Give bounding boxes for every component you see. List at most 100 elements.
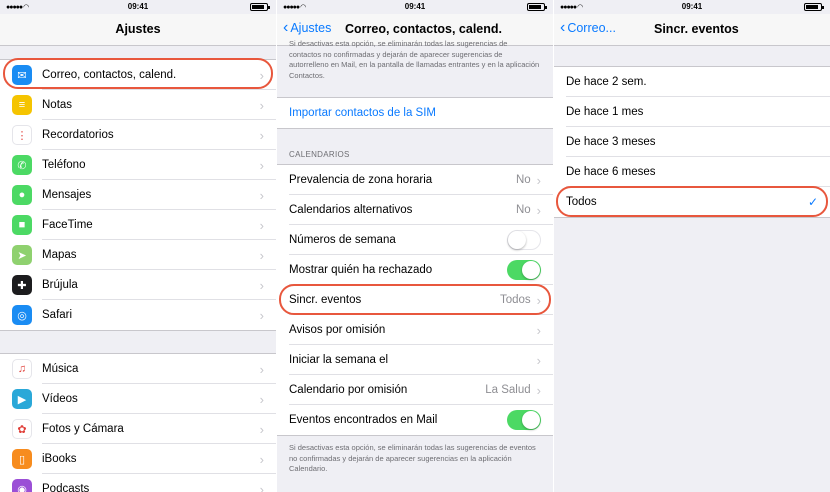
- chevron-right-icon: ›: [259, 247, 264, 263]
- import-group: Importar contactos de la SIM: [277, 97, 553, 129]
- nav-bar: Ajustes: [0, 14, 276, 46]
- sync-option-de-hace-6-meses[interactable]: De hace 6 meses: [554, 157, 830, 187]
- settings-item-label: Brújula: [42, 279, 78, 291]
- podcasts-icon: ◉: [12, 479, 32, 492]
- setting-label: Calendarios alternativos: [289, 204, 413, 216]
- setting-value: No: [515, 204, 531, 216]
- option-label: De hace 1 mes: [566, 106, 644, 118]
- setting-label: Números de semana: [289, 234, 396, 246]
- calendar-setting-eventos-encontrados-en-mail[interactable]: Eventos encontrados en Mail: [277, 405, 553, 435]
- highlight-annotation: [3, 58, 273, 89]
- notes-icon: ≡: [12, 95, 32, 115]
- toggle-knob: [522, 411, 540, 429]
- settings-item-ibooks[interactable]: ▯ iBooks ›: [0, 444, 276, 474]
- chevron-right-icon: ›: [259, 277, 264, 293]
- settings-item-label: Recordatorios: [42, 129, 114, 141]
- settings-item-mensajes[interactable]: ● Mensajes ›: [0, 180, 276, 210]
- page-title: Ajustes: [115, 22, 161, 36]
- status-bar: ●●●●● ◠ 09:41: [554, 0, 830, 14]
- battery-icon: [527, 3, 547, 11]
- settings-item-musica[interactable]: ♫ Música ›: [0, 354, 276, 384]
- import-sim-button[interactable]: Importar contactos de la SIM: [277, 98, 553, 128]
- setting-label: Eventos encontrados en Mail: [289, 414, 438, 426]
- calendar-setting-numeros-de-semana[interactable]: Números de semana: [277, 225, 553, 255]
- settings-item-notas[interactable]: ≡ Notas ›: [0, 90, 276, 120]
- setting-value: La Salud: [485, 384, 531, 396]
- settings-group-media: ♫ Música › ▶ Vídeos › ✿ Fotos y Cámara › ▯ iBooks ›…: [0, 353, 276, 492]
- safari-icon: ◎: [12, 305, 32, 325]
- facetime-icon: ■: [12, 215, 32, 235]
- chevron-right-icon: ›: [259, 307, 264, 323]
- sync-option-de-hace-1-mes[interactable]: De hace 1 mes: [554, 97, 830, 127]
- chevron-right-icon: ›: [536, 382, 541, 398]
- chevron-right-icon: ›: [536, 202, 541, 218]
- chevron-right-icon: ›: [259, 157, 264, 173]
- calendar-setting-iniciar-la-semana-el[interactable]: Iniciar la semana el ›: [277, 345, 553, 375]
- settings-group-apps: ✉ Correo, contactos, calend. › ≡ Notas › ⋮ Reco…: [0, 59, 276, 331]
- calendar-setting-prevalencia-de-zona-horaria[interactable]: Prevalencia de zona horaria No ›: [277, 165, 553, 195]
- settings-item-label: Fotos y Cámara: [42, 423, 124, 435]
- messages-icon: ●: [12, 185, 32, 205]
- chevron-right-icon: ›: [259, 217, 264, 233]
- settings-item-videos[interactable]: ▶ Vídeos ›: [0, 384, 276, 414]
- settings-item-facetime[interactable]: ■ FaceTime ›: [0, 210, 276, 240]
- chevron-right-icon: ›: [259, 361, 264, 377]
- settings-item-label: Música: [42, 363, 79, 375]
- toggle-knob: [522, 261, 540, 279]
- compass-icon: ✚: [12, 275, 32, 295]
- events-suggestions-caption: Si desactivas esta opción, se eliminarán…: [289, 443, 536, 473]
- highlight-annotation: [556, 186, 828, 217]
- chevron-right-icon: ›: [259, 127, 264, 143]
- sync-option-de-hace-3-meses[interactable]: De hace 3 meses: [554, 127, 830, 157]
- chevron-right-icon: ›: [259, 97, 264, 113]
- photos-icon: ✿: [12, 419, 32, 439]
- settings-item-label: Safari: [42, 309, 73, 321]
- toggle-switch[interactable]: [507, 410, 541, 430]
- calendar-setting-calendario-por-omision[interactable]: Calendario por omisión La Salud ›: [277, 375, 553, 405]
- back-button[interactable]: ‹ Ajustes: [283, 20, 332, 36]
- chevron-right-icon: ›: [259, 421, 264, 437]
- maps-icon: ➤: [12, 245, 32, 265]
- settings-item-mapas[interactable]: ➤ Mapas ›: [0, 240, 276, 270]
- nav-bar: ‹ Correo... Sincr. eventos: [554, 14, 830, 46]
- setting-label: Mostrar quién ha rechazado: [289, 264, 433, 276]
- toggle-switch[interactable]: [507, 260, 541, 280]
- settings-item-safari[interactable]: ◎ Safari ›: [0, 300, 276, 330]
- settings-item-podcasts[interactable]: ◉ Podcasts ›: [0, 474, 276, 492]
- toggle-switch[interactable]: [507, 230, 541, 250]
- settings-item-label: Podcasts: [42, 483, 90, 492]
- setting-label: Prevalencia de zona horaria: [289, 174, 433, 186]
- calendar-setting-mostrar-quien-ha-rechazado[interactable]: Mostrar quién ha rechazado: [277, 255, 553, 285]
- settings-item-label: Mensajes: [42, 189, 92, 201]
- sync-option-de-hace-2-sem[interactable]: De hace 2 sem.: [554, 67, 830, 97]
- status-bar: ●●●●● ◠ 09:41: [277, 0, 553, 14]
- chevron-right-icon: ›: [259, 481, 264, 492]
- status-time: 09:41: [404, 2, 426, 11]
- settings-item-brujula[interactable]: ✚ Brújula ›: [0, 270, 276, 300]
- status-time: 09:41: [127, 2, 149, 11]
- calendar-setting-avisos-por-omision[interactable]: Avisos por omisión ›: [277, 315, 553, 345]
- settings-item-fotos-y-camara[interactable]: ✿ Fotos y Cámara ›: [0, 414, 276, 444]
- sync-events-panel: ●●●●● ◠ 09:41 ‹ Correo... Sincr. eventos…: [554, 0, 830, 492]
- contacts-suggestions-caption: Si desactivas esta opción, se eliminarán…: [289, 39, 540, 80]
- settings-item-telefono[interactable]: ✆ Teléfono ›: [0, 150, 276, 180]
- settings-item-recordatorios[interactable]: ⋮ Recordatorios ›: [0, 120, 276, 150]
- calendar-setting-calendarios-alternativos[interactable]: Calendarios alternativos No ›: [277, 195, 553, 225]
- reminders-icon: ⋮: [12, 125, 32, 145]
- back-label: Ajustes: [290, 21, 332, 35]
- phone-icon: ✆: [12, 155, 32, 175]
- ibooks-icon: ▯: [12, 449, 32, 469]
- settings-item-label: Teléfono: [42, 159, 86, 171]
- option-label: De hace 6 meses: [566, 166, 656, 178]
- mail-contacts-calendar-panel: ●●●●● ◠ 09:41 ‹ Ajustes Correo, contacto…: [277, 0, 553, 492]
- battery-icon: [804, 3, 824, 11]
- status-bar: ●●●●● ◠ 09:41: [0, 0, 276, 14]
- back-button[interactable]: ‹ Correo...: [560, 20, 616, 36]
- status-time: 09:41: [681, 2, 703, 11]
- chevron-right-icon: ›: [259, 451, 264, 467]
- chevron-right-icon: ›: [536, 172, 541, 188]
- back-label: Correo...: [567, 21, 616, 35]
- page-title: Correo, contactos, calend.: [345, 22, 502, 36]
- settings-item-label: FaceTime: [42, 219, 93, 231]
- import-sim-label: Importar contactos de la SIM: [289, 107, 437, 119]
